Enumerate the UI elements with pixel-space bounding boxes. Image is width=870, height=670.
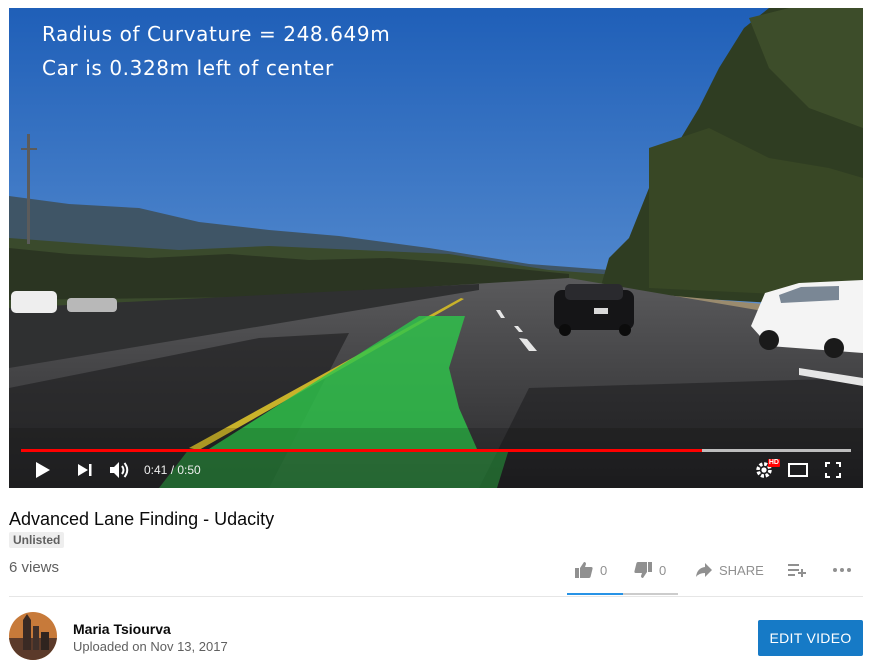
share-button[interactable]: SHARE (695, 558, 764, 582)
center-offset-overlay-text: Car is 0.328m left of center (42, 56, 334, 80)
dislike-button[interactable]: 0 (633, 558, 666, 582)
thumbs-down-icon (634, 562, 652, 578)
curvature-overlay-text: Radius of Curvature = 248.649m (42, 22, 391, 46)
volume-button[interactable] (107, 458, 133, 482)
channel-name[interactable]: Maria Tsiourva (73, 621, 171, 637)
play-button[interactable] (31, 458, 55, 482)
unlisted-badge: Unlisted (9, 532, 65, 548)
add-to-playlist-button[interactable] (787, 558, 807, 582)
theater-mode-button[interactable] (785, 458, 811, 482)
share-icon (696, 563, 712, 577)
progress-bar[interactable] (21, 449, 851, 452)
channel-avatar[interactable] (9, 612, 57, 660)
sentiment-like-fill (567, 593, 623, 595)
like-count: 0 (600, 562, 608, 578)
video-title: Advanced Lane Finding - Udacity (9, 509, 275, 529)
time-display: 0:41 / 0:50 (144, 463, 201, 477)
volume-icon (110, 462, 129, 478)
next-icon (78, 464, 92, 476)
dislike-count: 0 (659, 562, 667, 578)
share-label: SHARE (719, 562, 764, 578)
fullscreen-icon (825, 462, 841, 478)
play-icon (36, 462, 50, 478)
more-icon (833, 568, 851, 572)
divider (9, 596, 863, 597)
more-actions-button[interactable] (832, 558, 852, 582)
video-player[interactable]: Radius of Curvature = 248.649m Car is 0.… (9, 8, 863, 488)
fullscreen-button[interactable] (821, 458, 845, 482)
hd-badge: HD (767, 459, 780, 467)
sentiment-bar (567, 593, 678, 595)
next-button[interactable] (73, 458, 97, 482)
view-count: 6 views (9, 559, 60, 576)
theater-mode-icon (788, 463, 808, 477)
progress-played (21, 449, 702, 452)
avatar-image (9, 612, 57, 660)
settings-button[interactable]: HD (751, 458, 780, 482)
add-to-playlist-icon (788, 564, 806, 577)
like-button[interactable]: 0 (574, 558, 607, 582)
edit-video-button[interactable]: EDIT VIDEO (758, 620, 863, 656)
thumbs-up-icon (575, 562, 593, 578)
upload-date: Uploaded on Nov 13, 2017 (73, 639, 228, 654)
video-frame (9, 8, 863, 488)
